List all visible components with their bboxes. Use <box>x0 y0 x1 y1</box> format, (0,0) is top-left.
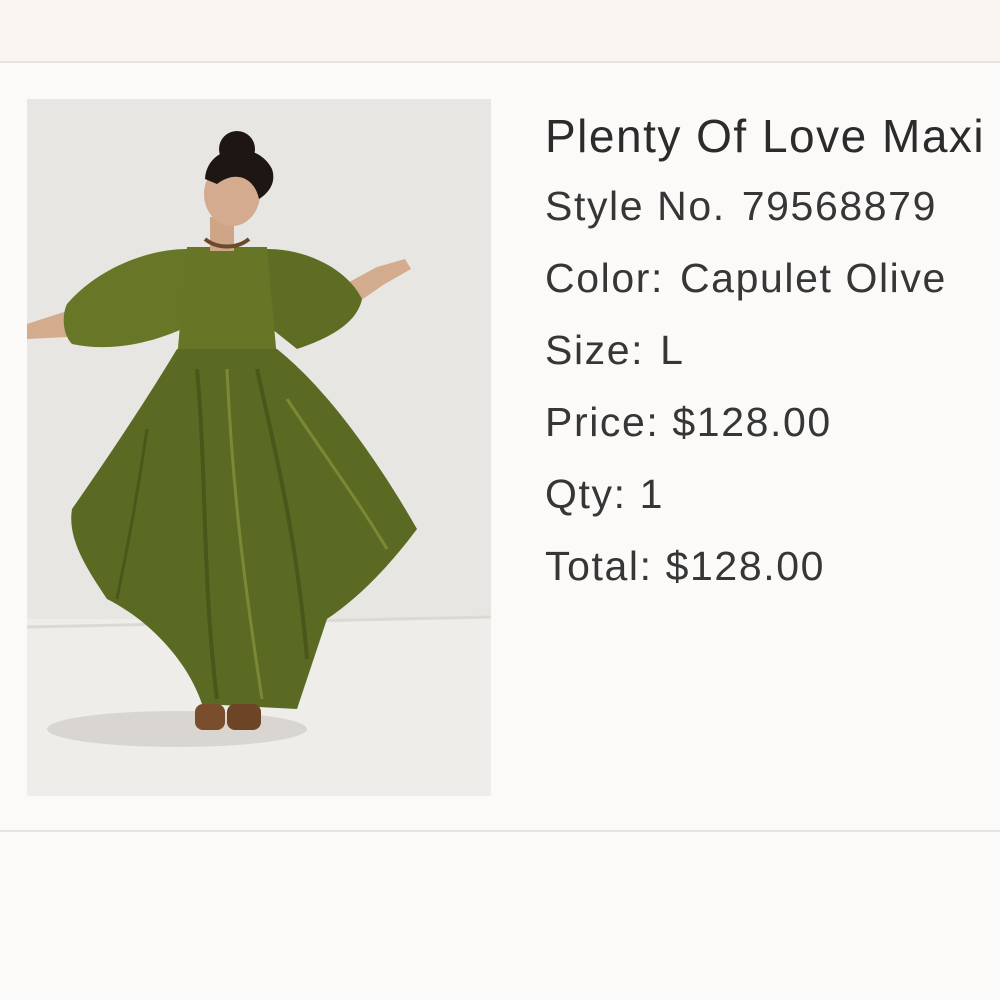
total-label: Total: <box>545 543 653 589</box>
quantity-label: Qty: <box>545 471 627 517</box>
style-number-value: 79568879 <box>741 183 937 229</box>
header-strip <box>0 0 1000 61</box>
color-value: Capulet Olive <box>679 255 947 301</box>
product-image[interactable] <box>27 99 491 796</box>
quantity-value: 1 <box>639 471 664 517</box>
style-number-row: Style No. 79568879 <box>545 181 1000 231</box>
style-number-label: Style No. <box>545 183 726 229</box>
total-row: Total: $128.00 <box>545 541 1000 591</box>
order-item-page: Plenty Of Love Maxi Style No. 79568879 Co… <box>0 0 1000 1000</box>
product-details: Plenty Of Love Maxi Style No. 79568879 Co… <box>545 108 1000 613</box>
product-title[interactable]: Plenty Of Love Maxi <box>545 108 1000 164</box>
price-value: $128.00 <box>672 399 832 445</box>
color-row: Color: Capulet Olive <box>545 253 1000 303</box>
size-value: L <box>660 327 685 373</box>
color-label: Color: <box>545 255 664 301</box>
size-row: Size: L <box>545 325 1000 375</box>
size-label: Size: <box>545 327 645 373</box>
price-row: Price: $128.00 <box>545 397 1000 447</box>
bottom-divider <box>0 830 1000 832</box>
top-divider <box>0 61 1000 63</box>
total-value: $128.00 <box>665 543 826 589</box>
price-label: Price: <box>545 399 660 445</box>
quantity-row: Qty: 1 <box>545 469 1000 519</box>
